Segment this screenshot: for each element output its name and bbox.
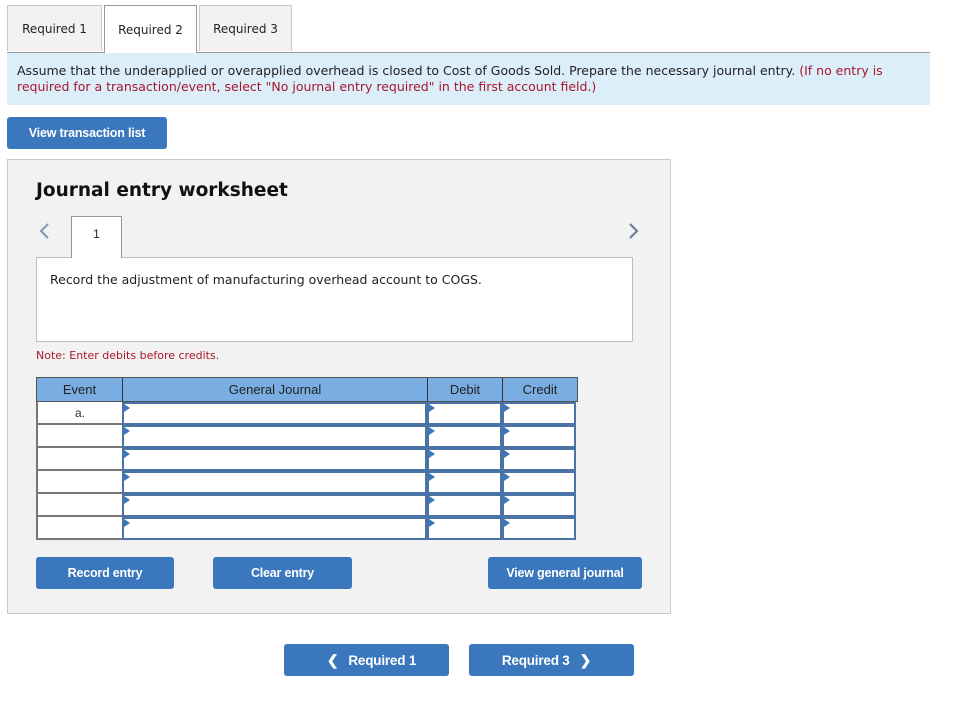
tab-required-1[interactable]: Required 1 — [7, 5, 102, 51]
debit-input[interactable] — [427, 517, 502, 540]
event-cell — [36, 448, 122, 471]
table-row: a. — [36, 402, 578, 425]
credit-input[interactable] — [502, 471, 576, 494]
col-event: Event — [37, 378, 123, 401]
col-credit: Credit — [522, 382, 558, 397]
worksheet-title: Journal entry worksheet — [36, 180, 288, 201]
credit-input[interactable] — [502, 517, 576, 540]
event-cell — [36, 471, 122, 494]
debit-input[interactable] — [427, 494, 502, 517]
chevron-right-icon — [629, 223, 639, 239]
account-input[interactable] — [122, 448, 427, 471]
entry-description-text: Record the adjustment of manufacturing o… — [50, 272, 482, 287]
tab-required-3[interactable]: Required 3 — [199, 5, 292, 51]
debit-input[interactable] — [427, 471, 502, 494]
journal-table: Event General Journal Debit Credit a. — [36, 377, 578, 540]
entry-description: Record the adjustment of manufacturing o… — [36, 257, 633, 342]
debit-input[interactable] — [427, 402, 502, 425]
event-cell — [36, 517, 122, 540]
debit-credit-note: Note: Enter debits before credits. — [36, 349, 220, 362]
chevron-right-icon: ❯ — [579, 651, 592, 668]
credit-input[interactable] — [502, 494, 576, 517]
account-input[interactable] — [122, 517, 427, 540]
view-general-journal-button[interactable]: View general journal — [488, 557, 642, 589]
tab-required-2[interactable]: Required 2 — [104, 5, 197, 53]
clear-entry-button[interactable]: Clear entry — [213, 557, 352, 589]
table-row — [36, 471, 578, 494]
event-cell: a. — [36, 402, 122, 425]
next-required-label: Required 3 — [501, 652, 570, 668]
credit-input[interactable] — [502, 448, 576, 471]
table-row — [36, 425, 578, 448]
next-required-button[interactable]: Required 3 ❯ — [469, 644, 634, 676]
debit-input[interactable] — [427, 425, 502, 448]
account-input[interactable] — [122, 471, 427, 494]
debit-input[interactable] — [427, 448, 502, 471]
view-transaction-list-button[interactable]: View transaction list — [7, 117, 167, 149]
journal-table-header: Event General Journal Debit Credit — [36, 377, 578, 402]
account-input[interactable] — [122, 425, 427, 448]
credit-input[interactable] — [502, 402, 576, 425]
event-cell — [36, 425, 122, 448]
account-input[interactable] — [122, 494, 427, 517]
next-entry-button[interactable] — [624, 218, 642, 244]
col-debit: Debit — [428, 378, 503, 401]
prev-entry-button[interactable] — [36, 218, 54, 244]
prev-required-label: Required 1 — [348, 652, 417, 668]
prev-required-button[interactable]: ❮ Required 1 — [284, 644, 449, 676]
journal-entry-worksheet: Journal entry worksheet 1 Record the adj… — [7, 159, 671, 614]
account-input[interactable] — [122, 402, 427, 425]
entry-tab-1[interactable]: 1 — [71, 216, 122, 258]
event-cell — [36, 494, 122, 517]
chevron-left-icon — [39, 223, 49, 239]
record-entry-button[interactable]: Record entry — [36, 557, 174, 589]
instructions-text: Assume that the underapplied or overappl… — [17, 63, 796, 78]
instructions-box: Assume that the underapplied or overappl… — [7, 53, 930, 105]
requirement-tabs: Required 1 Required 2 Required 3 — [7, 5, 930, 53]
col-general-journal: General Journal — [123, 378, 428, 401]
credit-input[interactable] — [502, 425, 576, 448]
table-row — [36, 494, 578, 517]
table-row — [36, 448, 578, 471]
table-row — [36, 517, 578, 540]
chevron-left-icon: ❮ — [326, 651, 339, 668]
